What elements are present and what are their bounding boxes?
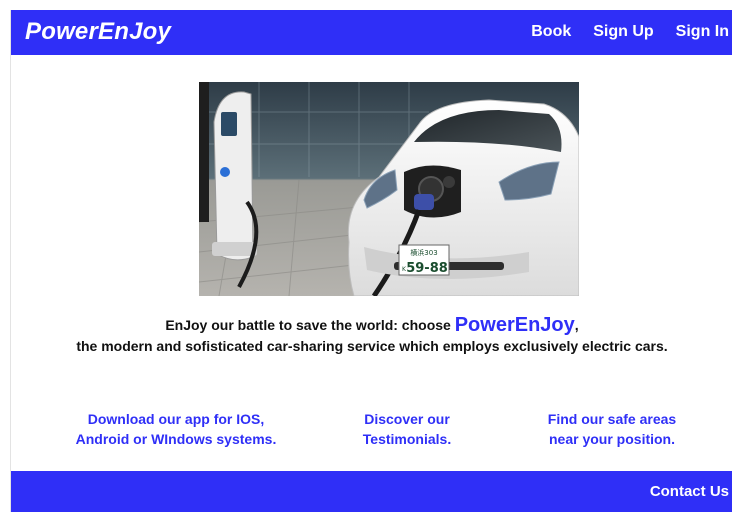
- plate-top-text: 横浜303: [410, 248, 437, 257]
- testimonials-link-line-1: Discover our: [364, 411, 450, 427]
- main-nav: Book Sign Up Sign In: [531, 23, 729, 41]
- brand-logo[interactable]: PowerEnJoy: [25, 18, 171, 46]
- tagline-line-1: EnJoy our battle to save the world: choo…: [11, 315, 732, 336]
- testimonials-link-line-2: Testimonials.: [362, 431, 452, 447]
- download-app-link[interactable]: Download our app for IOS, Android or WIn…: [56, 409, 296, 449]
- feature-links: Download our app for IOS, Android or WIn…: [11, 409, 732, 451]
- safe-areas-link-line-2: near your position.: [548, 431, 675, 447]
- download-app-link-line-1: Download our app for IOS,: [87, 411, 265, 427]
- page-frame: PowerEnJoy Book Sign Up Sign In 横浜303 K …: [10, 10, 732, 512]
- testimonials-link[interactable]: Discover our Testimonials.: [347, 409, 467, 449]
- tagline-prefix: EnJoy our battle to save the world: choo…: [165, 317, 455, 333]
- tagline-brand: PowerEnJoy: [454, 314, 575, 336]
- safe-areas-link-line-1: Find our safe areas: [547, 411, 677, 427]
- tagline-line-2: the modern and sofisticated car-sharing …: [76, 338, 668, 354]
- book-link[interactable]: Book: [531, 23, 571, 41]
- sign-in-link[interactable]: Sign In: [676, 23, 729, 41]
- electric-car-charging-illustration: 横浜303 K 59-88: [199, 82, 579, 296]
- plate-number-text: 59-88: [406, 261, 448, 276]
- sign-up-link[interactable]: Sign Up: [593, 23, 653, 41]
- safe-areas-link[interactable]: Find our safe areas near your position.: [517, 409, 707, 449]
- footer-bar: Contact Us: [11, 471, 732, 512]
- tagline-suffix: ,: [574, 317, 579, 333]
- tagline: EnJoy our battle to save the world: choo…: [11, 315, 732, 357]
- top-navigation-bar: PowerEnJoy Book Sign Up Sign In: [11, 10, 732, 55]
- hero-image: 横浜303 K 59-88: [199, 82, 579, 296]
- contact-us-link[interactable]: Contact Us: [650, 483, 729, 500]
- download-app-link-line-2: Android or WIndows systems.: [75, 431, 277, 447]
